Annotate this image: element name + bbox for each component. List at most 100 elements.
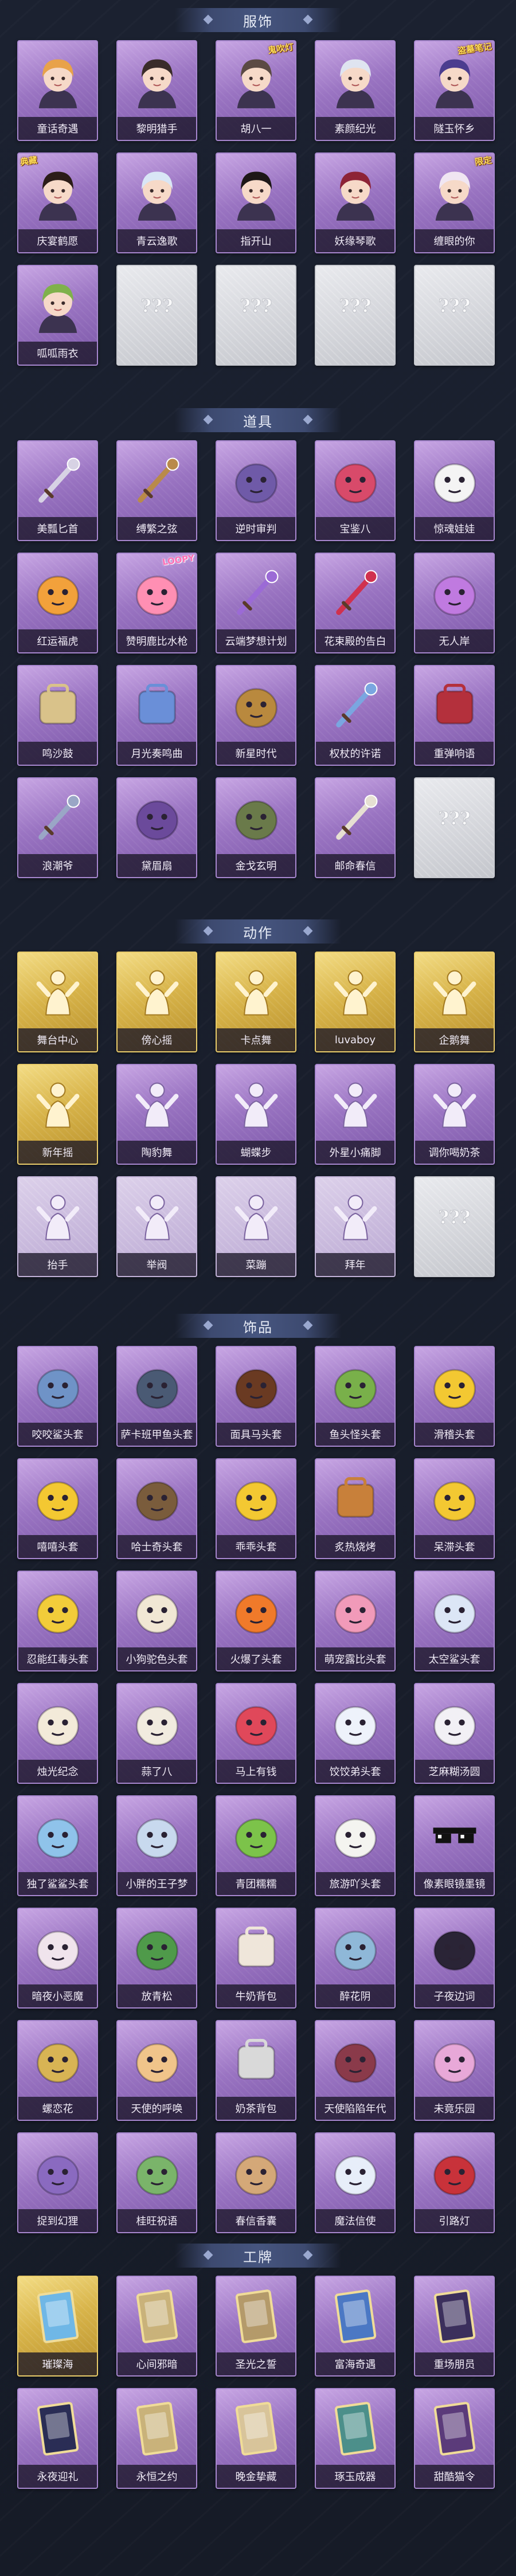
- item-card[interactable]: 太空鲨头套: [414, 1571, 495, 1671]
- item-card[interactable]: 炙热烧烤: [315, 1458, 396, 1559]
- item-card[interactable]: 子夜边词: [414, 1908, 495, 2009]
- locked-item-card[interactable]: ???: [315, 265, 396, 366]
- item-card[interactable]: 金戈玄明: [216, 777, 296, 878]
- item-card[interactable]: 桂旺祝语: [116, 2132, 197, 2233]
- item-card[interactable]: 新年摇: [17, 1064, 98, 1165]
- item-card[interactable]: 魔法信使: [315, 2132, 396, 2233]
- item-card[interactable]: 指开山: [216, 152, 296, 253]
- locked-item-card[interactable]: ???: [414, 1176, 495, 1277]
- item-card[interactable]: 逆时审判: [216, 440, 296, 541]
- item-card[interactable]: 邮命春信: [315, 777, 396, 878]
- item-card[interactable]: 面具马头套: [216, 1346, 296, 1447]
- item-card[interactable]: 青云逸歌: [116, 152, 197, 253]
- item-card[interactable]: 抬手: [17, 1176, 98, 1277]
- item-card[interactable]: 无人岸: [414, 553, 495, 653]
- item-card[interactable]: 甜酷猫令: [414, 2388, 495, 2489]
- locked-item-card[interactable]: ???: [116, 265, 197, 366]
- item-card[interactable]: 独了鲨鲨头套: [17, 1795, 98, 1896]
- item-card[interactable]: 嘻嘻头套: [17, 1458, 98, 1559]
- item-card[interactable]: 权杖的许诺: [315, 665, 396, 766]
- item-card[interactable]: 盗墓笔记 隧玉怀乡: [414, 40, 495, 141]
- item-card[interactable]: 醉花阴: [315, 1908, 396, 2009]
- item-card[interactable]: 饺饺弟头套: [315, 1683, 396, 1784]
- item-card[interactable]: 卡点舞: [216, 952, 296, 1052]
- item-card[interactable]: 鬼吹灯 胡八一: [216, 40, 296, 141]
- item-card[interactable]: 乖乖头套: [216, 1458, 296, 1559]
- item-card[interactable]: 宝鉴八: [315, 440, 396, 541]
- item-card[interactable]: 惊魂娃娃: [414, 440, 495, 541]
- item-card[interactable]: 黛眉扇: [116, 777, 197, 878]
- item-card[interactable]: 像素眼镜墨镜: [414, 1795, 495, 1896]
- item-card[interactable]: 鱼头怪头套: [315, 1346, 396, 1447]
- item-card[interactable]: luvaboy: [315, 952, 396, 1052]
- locked-item-card[interactable]: ???: [216, 265, 296, 366]
- item-card[interactable]: 永恒之约: [116, 2388, 197, 2489]
- item-card[interactable]: 咬咬鲨头套: [17, 1346, 98, 1447]
- item-card[interactable]: 限定 缠眼的你: [414, 152, 495, 253]
- item-card[interactable]: 天使的呼唤: [116, 2020, 197, 2121]
- item-card[interactable]: 未竟乐园: [414, 2020, 495, 2121]
- item-card[interactable]: 烛光纪念: [17, 1683, 98, 1784]
- item-card[interactable]: 陶豹舞: [116, 1064, 197, 1165]
- item-card[interactable]: 月光奏鸣曲: [116, 665, 197, 766]
- item-card[interactable]: 童话奇遇: [17, 40, 98, 141]
- item-card[interactable]: 暗夜小恶魔: [17, 1908, 98, 2009]
- item-card[interactable]: 缚繁之弦: [116, 440, 197, 541]
- item-card[interactable]: 永夜迎礼: [17, 2388, 98, 2489]
- item-card[interactable]: 花束殿的告白: [315, 553, 396, 653]
- item-card[interactable]: 举阀: [116, 1176, 197, 1277]
- item-card[interactable]: 企鹅舞: [414, 952, 495, 1052]
- item-card[interactable]: 心间邪暗: [116, 2276, 197, 2377]
- item-card[interactable]: LOOPY 赞明鹿比水枪: [116, 553, 197, 653]
- item-card[interactable]: 外星小痛脚: [315, 1064, 396, 1165]
- item-card[interactable]: 芝麻糊汤圆: [414, 1683, 495, 1784]
- item-card[interactable]: 捉到幻狸: [17, 2132, 98, 2233]
- item-card[interactable]: 拜年: [315, 1176, 396, 1277]
- item-card[interactable]: 云端梦想计划: [216, 553, 296, 653]
- item-card[interactable]: 浪潮爷: [17, 777, 98, 878]
- item-card[interactable]: 重场朋员: [414, 2276, 495, 2377]
- item-card[interactable]: 晚金挚藏: [216, 2388, 296, 2489]
- item-card[interactable]: 萨卡班甲鱼头套: [116, 1346, 197, 1447]
- item-card[interactable]: 富海奇遇: [315, 2276, 396, 2377]
- item-card[interactable]: 美瓢匕首: [17, 440, 98, 541]
- item-card[interactable]: 奶茶背包: [216, 2020, 296, 2121]
- item-card[interactable]: 素颜纪光: [315, 40, 396, 141]
- item-card[interactable]: 滑稽头套: [414, 1346, 495, 1447]
- item-card[interactable]: 黎明猎手: [116, 40, 197, 141]
- item-card[interactable]: 引路灯: [414, 2132, 495, 2233]
- item-card[interactable]: 青团糯糯: [216, 1795, 296, 1896]
- item-card[interactable]: 忍能红毒头套: [17, 1571, 98, 1671]
- item-card[interactable]: 小胖的王子梦: [116, 1795, 197, 1896]
- item-card[interactable]: 新星时代: [216, 665, 296, 766]
- item-card[interactable]: 重弹响语: [414, 665, 495, 766]
- item-card[interactable]: 呱呱雨衣: [17, 265, 98, 366]
- item-card[interactable]: 春信香囊: [216, 2132, 296, 2233]
- item-card[interactable]: 旅游吖头套: [315, 1795, 396, 1896]
- item-card[interactable]: 璀璨海: [17, 2276, 98, 2377]
- locked-item-card[interactable]: ???: [414, 777, 495, 878]
- item-card[interactable]: 菜蹦: [216, 1176, 296, 1277]
- item-card[interactable]: 圣光之誓: [216, 2276, 296, 2377]
- item-card[interactable]: 红运福虎: [17, 553, 98, 653]
- item-card[interactable]: 放青松: [116, 1908, 197, 2009]
- item-card[interactable]: 舞台中心: [17, 952, 98, 1052]
- locked-item-card[interactable]: ???: [414, 265, 495, 366]
- item-card[interactable]: 鸣沙鼓: [17, 665, 98, 766]
- item-card[interactable]: 火爆了头套: [216, 1571, 296, 1671]
- item-card[interactable]: 蒜了八: [116, 1683, 197, 1784]
- item-card[interactable]: 天使陷陷年代: [315, 2020, 396, 2121]
- item-card[interactable]: 哈士奇头套: [116, 1458, 197, 1559]
- item-card[interactable]: 小狗驼色头套: [116, 1571, 197, 1671]
- item-card[interactable]: 蝴蝶步: [216, 1064, 296, 1165]
- item-card[interactable]: 傍心摇: [116, 952, 197, 1052]
- item-card[interactable]: 萌宠露比头套: [315, 1571, 396, 1671]
- item-card[interactable]: 妖缘琴歌: [315, 152, 396, 253]
- item-card[interactable]: 螺恋花: [17, 2020, 98, 2121]
- item-card[interactable]: 调你喝奶茶: [414, 1064, 495, 1165]
- item-card[interactable]: 呆滞头套: [414, 1458, 495, 1559]
- item-card[interactable]: 琢玉成器: [315, 2388, 396, 2489]
- item-card[interactable]: 马上有钱: [216, 1683, 296, 1784]
- item-card[interactable]: 典藏 庆宴鹤愿: [17, 152, 98, 253]
- item-card[interactable]: 牛奶背包: [216, 1908, 296, 2009]
